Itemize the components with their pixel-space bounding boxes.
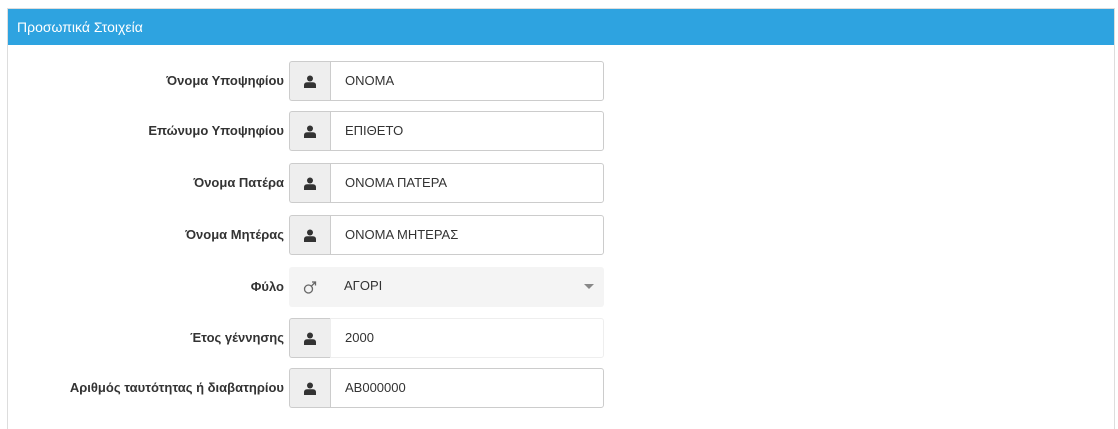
mother-name-input-group: ΟΝΟΜΑ ΜΗΤΕΡΑΣ — [289, 215, 604, 255]
form-row-id-number: Αριθμός ταυτότητας ή διαβατηρίου ΑΒ00000… — [8, 368, 1114, 408]
user-icon — [289, 215, 330, 255]
form-row-first-name: Όνομα Υποψηφίου ΟΝΟΜΑ — [8, 61, 1114, 101]
id-number-input[interactable]: ΑΒ000000 — [330, 368, 604, 408]
father-name-label: Όνομα Πατέρα — [193, 175, 284, 190]
father-name-input[interactable]: ΟΝΟΜΑ ΠΑΤΕΡΑ — [330, 163, 604, 203]
id-number-input-group: ΑΒ000000 — [289, 368, 604, 408]
male-symbol-icon — [289, 267, 330, 307]
personal-info-panel: Προσωπικά Στοιχεία Όνομα Υποψηφίου ΟΝΟΜΑ… — [7, 8, 1115, 429]
gender-select-group: ΑΓΟΡΙ — [289, 267, 604, 307]
birth-year-input[interactable]: 2000 — [330, 318, 604, 358]
chevron-down-icon — [584, 284, 594, 289]
gender-label: Φύλο — [250, 279, 284, 294]
user-icon — [289, 318, 330, 358]
form-row-gender: Φύλο ΑΓΟΡΙ — [8, 267, 1114, 307]
last-name-input-group: ΕΠΙΘΕΤΟ — [289, 111, 604, 151]
user-icon — [289, 61, 330, 101]
form-row-mother-name: Όνομα Μητέρας ΟΝΟΜΑ ΜΗΤΕΡΑΣ — [8, 215, 1114, 255]
birth-year-label: Έτος γέννησης — [190, 330, 284, 345]
first-name-input-group: ΟΝΟΜΑ — [289, 61, 604, 101]
gender-select[interactable]: ΑΓΟΡΙ — [330, 267, 604, 307]
form-row-last-name: Επώνυμο Υποψηφίου ΕΠΙΘΕΤΟ — [8, 111, 1114, 151]
last-name-input[interactable]: ΕΠΙΘΕΤΟ — [330, 111, 604, 151]
birth-year-input-group: 2000 — [289, 318, 604, 358]
father-name-input-group: ΟΝΟΜΑ ΠΑΤΕΡΑ — [289, 163, 604, 203]
first-name-input[interactable]: ΟΝΟΜΑ — [330, 61, 604, 101]
form-row-birth-year: Έτος γέννησης 2000 — [8, 318, 1114, 358]
mother-name-label: Όνομα Μητέρας — [185, 227, 284, 242]
mother-name-input[interactable]: ΟΝΟΜΑ ΜΗΤΕΡΑΣ — [330, 215, 604, 255]
user-icon — [289, 163, 330, 203]
gender-selected-value: ΑΓΟΡΙ — [344, 278, 383, 293]
form-row-father-name: Όνομα Πατέρα ΟΝΟΜΑ ΠΑΤΕΡΑ — [8, 163, 1114, 203]
first-name-label: Όνομα Υποψηφίου — [166, 73, 284, 88]
last-name-label: Επώνυμο Υποψηφίου — [148, 123, 284, 138]
user-icon — [289, 368, 330, 408]
id-number-label: Αριθμός ταυτότητας ή διαβατηρίου — [69, 380, 284, 395]
panel-title: Προσωπικά Στοιχεία — [8, 9, 1114, 45]
user-icon — [289, 111, 330, 151]
